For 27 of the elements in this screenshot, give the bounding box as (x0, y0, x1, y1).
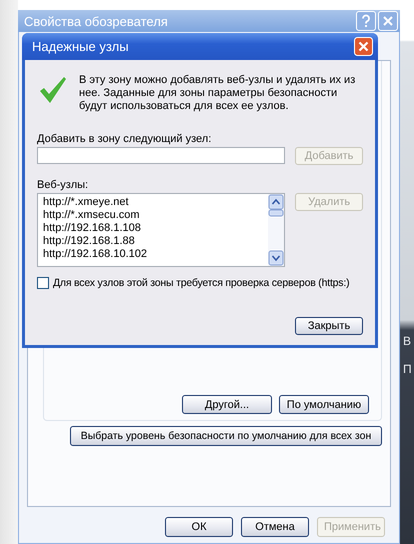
checkmark-icon (39, 76, 67, 104)
site-list-item[interactable]: http://*.xmsecu.com (43, 209, 268, 222)
add-site-label: Добавить в зону следующий узел: (37, 133, 212, 145)
https-checkbox-label: Для всех узлов этой зоны требуется проверка серверов (https:) (53, 277, 350, 289)
help-icon[interactable] (356, 11, 376, 31)
site-list-item[interactable]: http://192.168.1.88 (43, 235, 268, 248)
close-button[interactable]: Закрыть (295, 317, 363, 335)
partial-text: П (402, 362, 413, 376)
info-text: В эту зону можно добавлять веб-узлы и удалять их из нее. Заданные для зоны параметры безопасности будут использоваться для всех ее узлов. (79, 73, 356, 113)
close-icon[interactable] (378, 11, 398, 31)
site-list-item[interactable]: http://192.168.10.102 (43, 248, 268, 261)
sites-label: Веб-узлы: (37, 179, 90, 191)
dialog-title: Надежные узлы (32, 39, 130, 54)
sites-list[interactable]: http://*.xmeye.net http://*.xmsecu.com http://192.168.1.108 http://192.168.1.88 http://192.168.10.102 (37, 193, 286, 267)
scrollbar-drawing[interactable] (268, 194, 284, 266)
window-title: Свойства обозревателя (24, 14, 169, 28)
custom-button[interactable]: Другой... (182, 395, 272, 414)
cancel-button[interactable]: Отмена (241, 517, 309, 537)
ok-button[interactable]: ОК (165, 517, 233, 537)
site-list-item[interactable]: http://192.168.1.108 (43, 222, 268, 235)
default-button[interactable]: По умолчанию (279, 395, 369, 414)
partial-text: В (402, 334, 412, 348)
site-input-field[interactable] (37, 147, 286, 164)
reset-all-zones-button[interactable]: Выбрать уровень безопасности по умолчанию для всех зон (70, 426, 382, 446)
close-icon[interactable] (354, 37, 373, 56)
site-list-item[interactable]: http://*.xmeye.net (43, 196, 268, 209)
https-checkbox[interactable] (37, 277, 49, 289)
